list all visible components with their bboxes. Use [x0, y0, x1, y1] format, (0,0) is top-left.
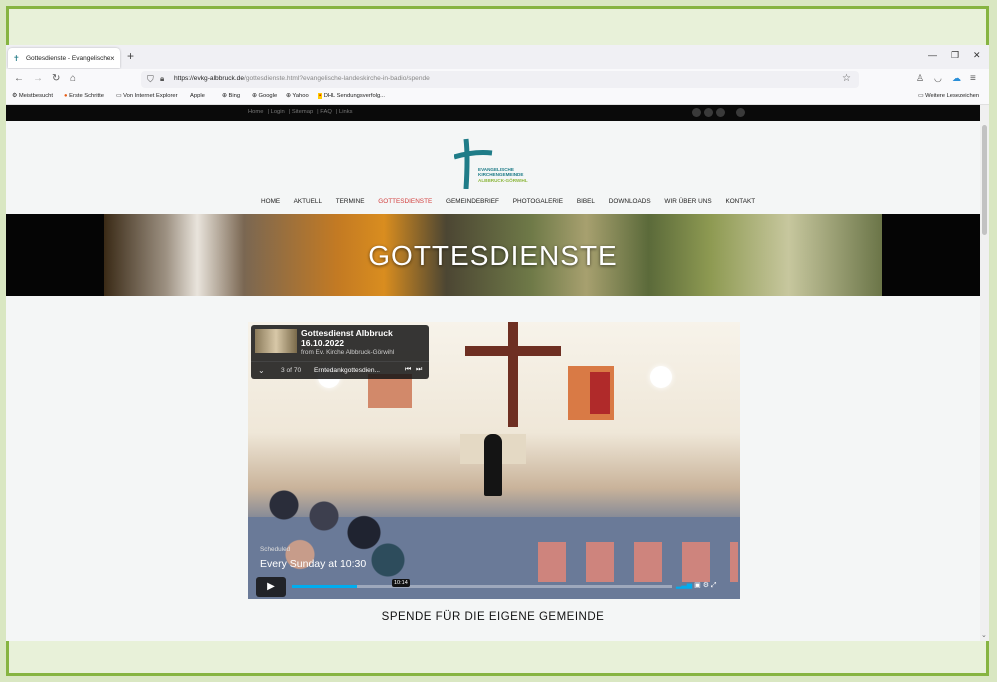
progress-fill	[292, 585, 357, 588]
new-tab-button[interactable]: +	[127, 49, 134, 63]
bookmark-item[interactable]: ⊕ Bing	[222, 93, 240, 99]
top-link-login[interactable]: Login	[271, 109, 285, 115]
video-controls: ▶ 10:14 ▂▃▅ ▣ ⚙ ⤢	[248, 575, 740, 599]
url-host: https://evkg-albbruck.de	[174, 75, 245, 82]
settings-gear-icon[interactable]: ⚙	[703, 582, 709, 589]
top-links: Home | Login | Sitemap | FAQ | Links	[248, 109, 353, 115]
url-text: https://evkg-albbruck.de/gottesdienste.h…	[174, 75, 430, 82]
rss-icon[interactable]	[716, 108, 725, 117]
address-bar[interactable]: ⛉ 🔒︎ https://evkg-albbruck.de/gottesdien…	[141, 71, 859, 88]
menu-wir-ueber-uns[interactable]: WIR ÜBER UNS	[664, 198, 711, 205]
playlist-item[interactable]: Erntedankgottesdien...	[314, 367, 380, 374]
chevron-down-icon[interactable]: ⌄	[258, 366, 265, 375]
search-icon[interactable]	[736, 108, 745, 117]
menu-home[interactable]: HOME	[261, 198, 280, 205]
pocket-icon[interactable]: ◡	[934, 73, 942, 84]
bookmark-item[interactable]: ● Erste Schritte	[64, 93, 104, 99]
navigation-bar: ← → ↻ ⌂ ⛉ 🔒︎ https://evkg-albbruck.de/go…	[6, 69, 989, 90]
bookmark-item[interactable]: ⚙ Meistbesucht	[12, 93, 53, 99]
video-info-panel[interactable]: Gottesdienst Albbruck 16.10.2022 from Ev…	[251, 325, 429, 379]
ceiling-lamp	[650, 366, 672, 388]
extension-cloud-icon[interactable]: ☁	[952, 73, 961, 84]
bookmarks-bar: ⚙ Meistbesucht ● Erste Schritte ▭ Von In…	[6, 90, 989, 105]
video-thumbnail[interactable]	[255, 329, 297, 353]
video-title[interactable]: Gottesdienst Albbruck 16.10.2022	[301, 328, 393, 348]
skip-next-icon[interactable]: ⏭	[416, 366, 422, 374]
shield-icon[interactable]: ⛉	[147, 74, 154, 85]
bookmark-item[interactable]: ▭ Von Internet Explorer	[116, 93, 178, 99]
menu-termine[interactable]: TERMINE	[336, 198, 365, 205]
main-menu: HOME AKTUELL TERMINE GOTTESDIENSTE GEMEI…	[261, 198, 767, 205]
top-link-faq[interactable]: FAQ	[320, 109, 332, 115]
browser-tab[interactable]: ✝ Gottesdienste - Evangelische Ki ×	[8, 48, 120, 68]
other-bookmarks[interactable]: ▭ Weitere Lesezeichen	[918, 93, 979, 99]
site-top-strip: Home | Login | Sitemap | FAQ | Links	[6, 105, 980, 121]
menu-photogalerie[interactable]: PHOTOGALERIE	[513, 198, 563, 205]
account-icon[interactable]: ♙	[916, 73, 924, 84]
captions-icon[interactable]: ▣	[694, 582, 701, 589]
bookmark-item[interactable]: ⊕ Google	[252, 93, 277, 99]
window-close-icon[interactable]: ✕	[973, 50, 981, 61]
facebook-icon[interactable]	[692, 108, 701, 117]
bookmark-item[interactable]: Apple	[190, 93, 205, 99]
web-page: Home | Login | Sitemap | FAQ | Links EVANGEL…	[6, 105, 980, 641]
bookmark-item[interactable]: ▪ DHL Sendungsverfolg...	[318, 93, 385, 99]
menu-bibel[interactable]: BIBEL	[577, 198, 595, 205]
scroll-down-icon[interactable]: ⌄	[981, 631, 987, 639]
menu-gemeindebrief[interactable]: GEMEINDEBRIEF	[446, 198, 499, 205]
browser-window: ✝ Gottesdienste - Evangelische Ki × + — …	[6, 45, 989, 641]
church-cross	[508, 322, 518, 427]
volume-icon[interactable]: ▂▃▅	[676, 582, 692, 589]
url-path: /gottesdienste.html?evangelische-landesk…	[244, 75, 430, 82]
section-heading: SPENDE FÜR DIE EIGENE GEMEINDE	[381, 611, 605, 623]
playlist-position: 3 of 70	[281, 367, 302, 374]
menu-hamburger-icon[interactable]: ≡	[970, 73, 976, 84]
top-link-links[interactable]: Links	[339, 109, 353, 115]
forward-icon[interactable]: →	[33, 73, 43, 84]
restore-icon[interactable]: ❐	[951, 50, 959, 61]
hero-title: GOTTESDIENSTE	[368, 240, 618, 271]
time-tooltip: 10:14	[392, 579, 410, 587]
logo-text: EVANGELISCHE KIRCHENGEMEINDE ALBBRUCK-GÖ…	[478, 167, 528, 183]
skip-previous-icon[interactable]: ⏮	[405, 366, 411, 374]
tab-bar: ✝ Gottesdienste - Evangelische Ki × + — …	[6, 45, 989, 69]
page-scrollbar[interactable]: ⌄	[980, 105, 989, 641]
fullscreen-icon[interactable]: ⤢	[711, 582, 717, 589]
wall-painting	[568, 366, 614, 420]
top-link-home[interactable]: Home	[248, 109, 263, 115]
video-player[interactable]: Gottesdienst Albbruck 16.10.2022 from Ev…	[248, 322, 740, 599]
progress-track[interactable]: 10:14	[292, 579, 672, 588]
reload-icon[interactable]: ↻	[52, 73, 60, 84]
scrollbar-thumb[interactable]	[982, 125, 987, 235]
menu-kontakt[interactable]: KONTAKT	[725, 198, 755, 205]
menu-downloads[interactable]: DOWNLOADS	[609, 198, 651, 205]
video-channel[interactable]: from Ev. Kirche Albbruck-Görwihl	[301, 349, 394, 356]
menu-gottesdienste[interactable]: GOTTESDIENSTE	[378, 198, 432, 205]
pastor-figure	[484, 434, 502, 496]
home-icon[interactable]: ⌂	[70, 73, 76, 84]
menu-aktuell[interactable]: AKTUELL	[294, 198, 322, 205]
stream-status: Scheduled	[260, 546, 291, 553]
church-cross-bar	[465, 346, 561, 356]
bookmark-star-icon[interactable]: ☆	[842, 73, 851, 84]
play-button[interactable]: ▶	[256, 577, 286, 597]
site-favicon-icon: ✝	[13, 53, 20, 63]
minimize-icon[interactable]: —	[928, 50, 937, 60]
playlist-row: ⌄ 3 of 70 Erntedankgottesdien... ⏮ ⏭	[251, 361, 429, 380]
top-link-sitemap[interactable]: Sitemap	[292, 109, 313, 115]
back-icon[interactable]: ←	[14, 73, 24, 84]
bookmark-item[interactable]: ⊕ Yahoo	[286, 93, 309, 99]
twitter-icon[interactable]	[704, 108, 713, 117]
control-icons: ▂▃▅ ▣ ⚙ ⤢	[676, 581, 717, 590]
tab-title: Gottesdienste - Evangelische Ki	[26, 54, 110, 62]
tab-close-icon[interactable]: ×	[110, 54, 120, 63]
stream-schedule: Every Sunday at 10:30	[260, 558, 367, 570]
logo-line: ALBBRUCK-GÖRWIHL	[478, 177, 528, 183]
lock-icon[interactable]: 🔒︎	[160, 74, 164, 84]
